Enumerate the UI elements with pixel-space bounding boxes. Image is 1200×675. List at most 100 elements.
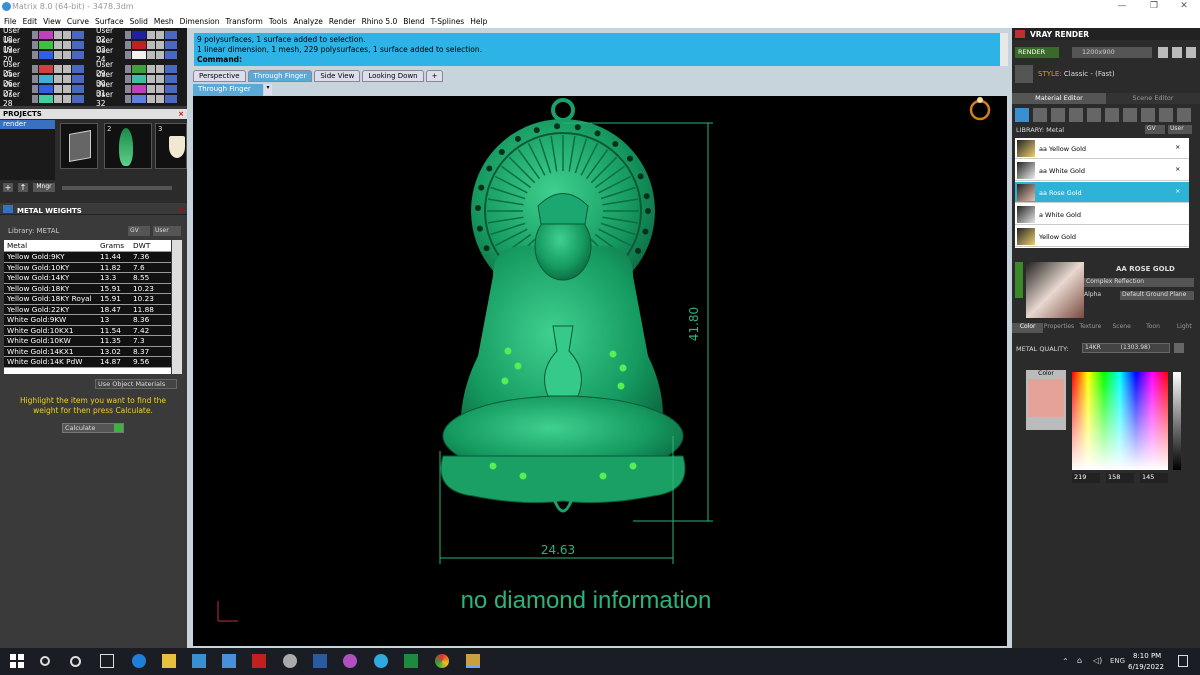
layer-arrow-icon[interactable]: [32, 95, 38, 103]
close-button[interactable]: ✕: [1170, 1, 1198, 11]
material-item[interactable]: a White Gold: [1015, 204, 1189, 225]
material-tool-icon[interactable]: [1159, 108, 1173, 122]
visibility-icon[interactable]: [156, 85, 164, 93]
photos-icon[interactable]: [313, 654, 327, 668]
lock-icon[interactable]: [54, 41, 62, 49]
chevron-down-icon[interactable]: ▾: [264, 84, 272, 95]
layer-select[interactable]: [165, 31, 177, 39]
layer-select[interactable]: [165, 51, 177, 59]
table-row[interactable]: White Gold:10KW 11.35 7.3: [4, 336, 171, 347]
material-tool-icon[interactable]: [1123, 108, 1137, 122]
column-header[interactable]: Metal: [4, 241, 98, 250]
layer-arrow-icon[interactable]: [32, 31, 38, 39]
history-scrollbar[interactable]: [1000, 33, 1008, 66]
table-row[interactable]: Yellow Gold:22KY 18.47 11.88: [4, 304, 171, 315]
material-tool-icon[interactable]: [1087, 108, 1101, 122]
layer-arrow-icon[interactable]: [32, 85, 38, 93]
subtab-material[interactable]: Scene: [1105, 323, 1138, 333]
layer-arrow-icon[interactable]: [125, 51, 131, 59]
project-list[interactable]: render: [0, 120, 55, 180]
visibility-icon[interactable]: [63, 95, 71, 103]
use-object-materials-dropdown[interactable]: Use Object Materials: [95, 379, 177, 389]
layer-select[interactable]: [72, 41, 84, 49]
close-icon[interactable]: ×: [178, 109, 184, 119]
add-tab-button[interactable]: +: [425, 70, 444, 82]
lock-icon[interactable]: [147, 41, 155, 49]
project-slider[interactable]: [62, 186, 172, 190]
table-row[interactable]: White Gold:14K PdW 14.87 9.56: [4, 357, 171, 368]
layer-select[interactable]: [72, 75, 84, 83]
layer-select[interactable]: [165, 65, 177, 73]
menu-item[interactable]: Surface: [95, 17, 124, 26]
layer-color[interactable]: [132, 41, 146, 49]
visibility-icon[interactable]: [156, 95, 164, 103]
project-thumb-2[interactable]: 2: [104, 123, 152, 169]
layer-color[interactable]: [39, 95, 53, 103]
app-icon-blue[interactable]: [374, 654, 388, 668]
file-explorer-icon[interactable]: [162, 654, 176, 668]
material-item[interactable]: aa White Gold ×: [1015, 160, 1189, 181]
layer-row[interactable]: User 20: [0, 46, 85, 64]
calculate-button[interactable]: Calculate: [62, 423, 124, 433]
ground-dropdown[interactable]: Default Ground Plane: [1120, 291, 1194, 300]
lock-icon[interactable]: [147, 31, 155, 39]
3d-viewport[interactable]: 41.80 24.63 no diamond information: [193, 96, 1007, 646]
layer-color[interactable]: [39, 75, 53, 83]
menu-item[interactable]: Dimension: [180, 17, 220, 26]
layer-row[interactable]: User 32: [93, 90, 178, 108]
visibility-icon[interactable]: [156, 75, 164, 83]
layer-color[interactable]: [39, 31, 53, 39]
menu-item[interactable]: View: [43, 17, 61, 26]
layer-arrow-icon[interactable]: [32, 41, 38, 49]
project-thumb-3[interactable]: 3: [155, 123, 187, 169]
clock-date[interactable]: 6/19/2022: [1128, 663, 1164, 671]
layer-color[interactable]: [132, 31, 146, 39]
manager-button[interactable]: Mngr: [33, 183, 55, 192]
visibility-icon[interactable]: [63, 85, 71, 93]
excel-icon[interactable]: [404, 654, 418, 668]
layer-arrow-icon[interactable]: [32, 75, 38, 83]
lock-icon[interactable]: [54, 31, 62, 39]
layer-color[interactable]: [39, 51, 53, 59]
material-tool-icon[interactable]: [1105, 108, 1119, 122]
layer-select[interactable]: [165, 85, 177, 93]
viewport-subtab[interactable]: Through Finger ▾: [193, 84, 272, 96]
chrome-icon[interactable]: [435, 654, 449, 668]
menu-item[interactable]: Rhino 5.0: [362, 17, 398, 26]
resolution-dropdown[interactable]: 1200x900: [1072, 47, 1152, 58]
upload-button[interactable]: ↑: [18, 183, 28, 192]
visibility-icon[interactable]: [63, 41, 71, 49]
table-row[interactable]: Yellow Gold:18KY 15.91 10.23: [4, 283, 171, 294]
app-icon-grey[interactable]: [283, 654, 297, 668]
menu-item[interactable]: T-Splines: [431, 17, 465, 26]
gv-button[interactable]: GV: [1145, 125, 1165, 134]
user-button[interactable]: User: [1168, 125, 1192, 134]
remove-icon[interactable]: ×: [1175, 187, 1180, 195]
menu-item[interactable]: File: [4, 17, 17, 26]
menu-item[interactable]: Edit: [23, 17, 38, 26]
material-tool-icon[interactable]: [1177, 108, 1191, 122]
prev-icon[interactable]: [1158, 47, 1168, 58]
material-tool-icon[interactable]: [1141, 108, 1155, 122]
layer-arrow-icon[interactable]: [125, 65, 131, 73]
visibility-icon[interactable]: [156, 65, 164, 73]
lock-icon[interactable]: [54, 95, 62, 103]
close-icon[interactable]: ×: [178, 205, 184, 215]
mail-icon[interactable]: [222, 654, 236, 668]
remove-icon[interactable]: ×: [1175, 165, 1180, 173]
collapse-handle[interactable]: [1015, 262, 1023, 298]
app-icon-red[interactable]: [252, 654, 266, 668]
layer-select[interactable]: [165, 75, 177, 83]
layer-arrow-icon[interactable]: [32, 51, 38, 59]
menu-item[interactable]: Tools: [269, 17, 287, 26]
material-item[interactable]: aa Rose Gold ×: [1015, 182, 1189, 203]
green-field[interactable]: 158: [1106, 473, 1134, 483]
project-thumb-1[interactable]: [60, 123, 98, 169]
layer-color[interactable]: [132, 51, 146, 59]
layer-select[interactable]: [165, 95, 177, 103]
table-row[interactable]: White Gold:14KX1 13.02 8.37: [4, 346, 171, 357]
matrix-app-icon[interactable]: [466, 654, 480, 668]
material-item[interactable]: Yellow Gold: [1015, 226, 1189, 247]
menu-item[interactable]: Analyze: [293, 17, 323, 26]
table-row[interactable]: White Gold:9KW 13 8.36: [4, 315, 171, 326]
